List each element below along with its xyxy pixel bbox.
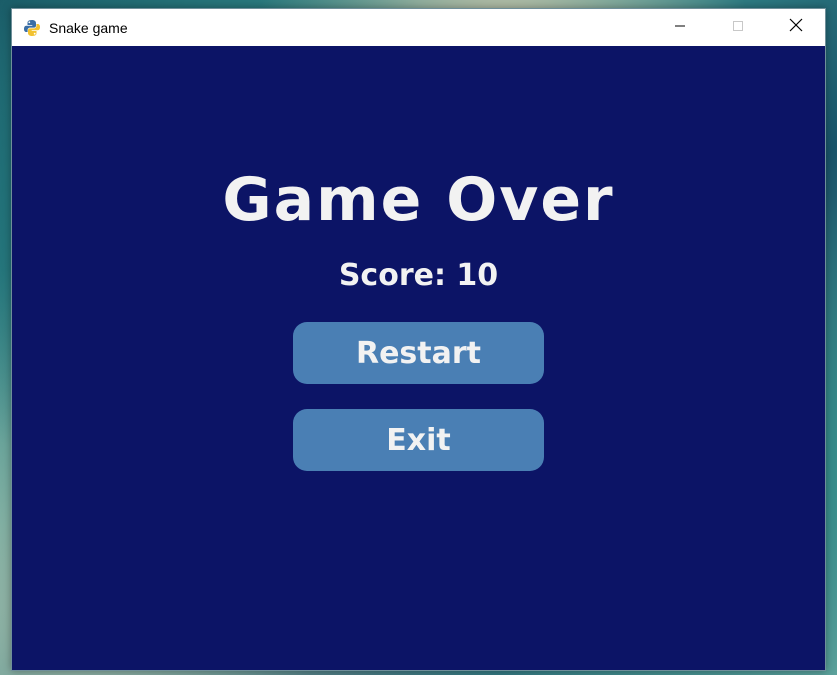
exit-button-label: Exit — [386, 422, 451, 458]
maximize-icon — [732, 19, 744, 37]
window-controls — [651, 9, 825, 46]
close-button[interactable] — [767, 9, 825, 46]
window-title: Snake game — [49, 19, 128, 36]
python-icon — [23, 19, 41, 37]
exit-button[interactable]: Exit — [293, 409, 544, 471]
restart-button[interactable]: Restart — [293, 322, 544, 384]
close-icon — [789, 18, 803, 37]
app-window: Snake game Game Over Score: 10 Restart E… — [11, 8, 826, 671]
minimize-icon — [674, 19, 686, 37]
game-canvas: Game Over Score: 10 Restart Exit — [12, 46, 825, 670]
score-text: Score: 10 — [338, 258, 499, 293]
restart-button-label: Restart — [355, 335, 482, 371]
minimize-button[interactable] — [651, 9, 709, 46]
maximize-button[interactable] — [709, 9, 767, 46]
title-bar[interactable]: Snake game — [12, 9, 825, 46]
game-over-heading: Game Over — [222, 165, 615, 235]
